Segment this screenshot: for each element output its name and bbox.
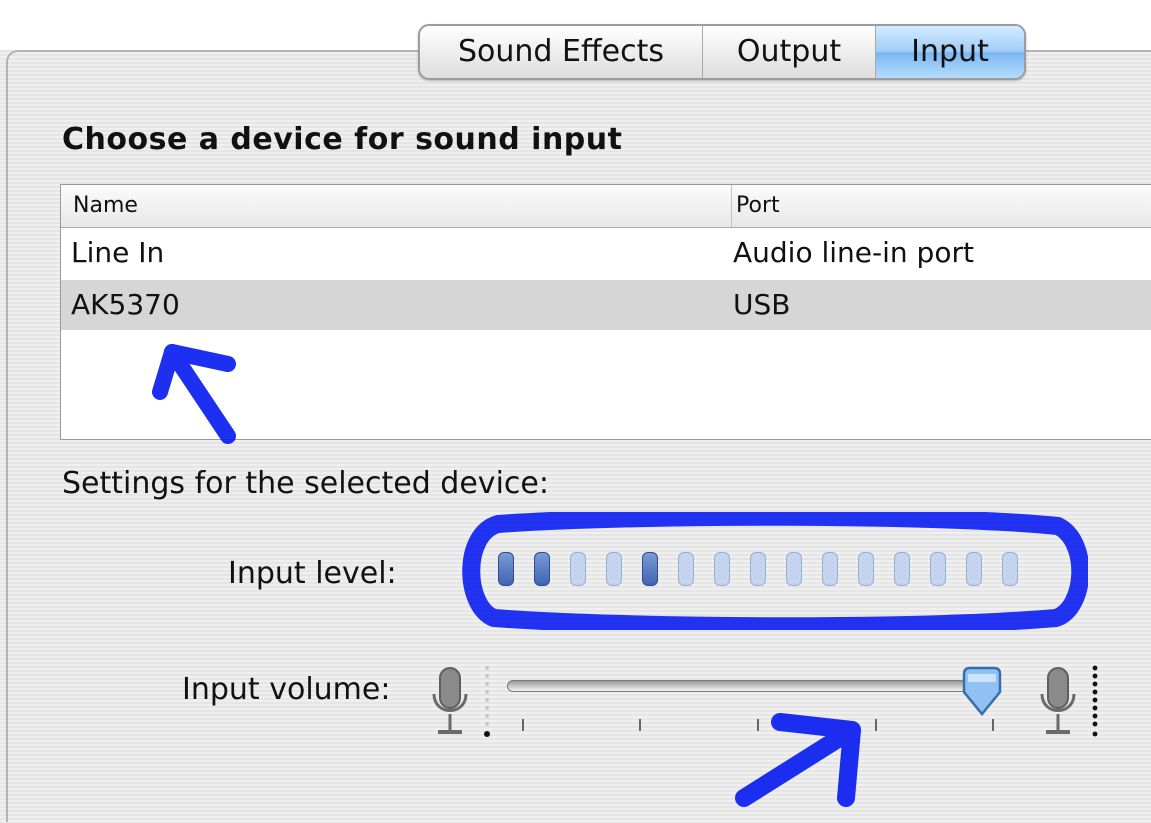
microphone-loud-icon: [1040, 667, 1076, 734]
slider-thumb-icon[interactable]: [960, 666, 1004, 726]
annotation-arrow-right-icon: [735, 713, 861, 807]
volume-high-dots-icon: [1092, 665, 1098, 737]
